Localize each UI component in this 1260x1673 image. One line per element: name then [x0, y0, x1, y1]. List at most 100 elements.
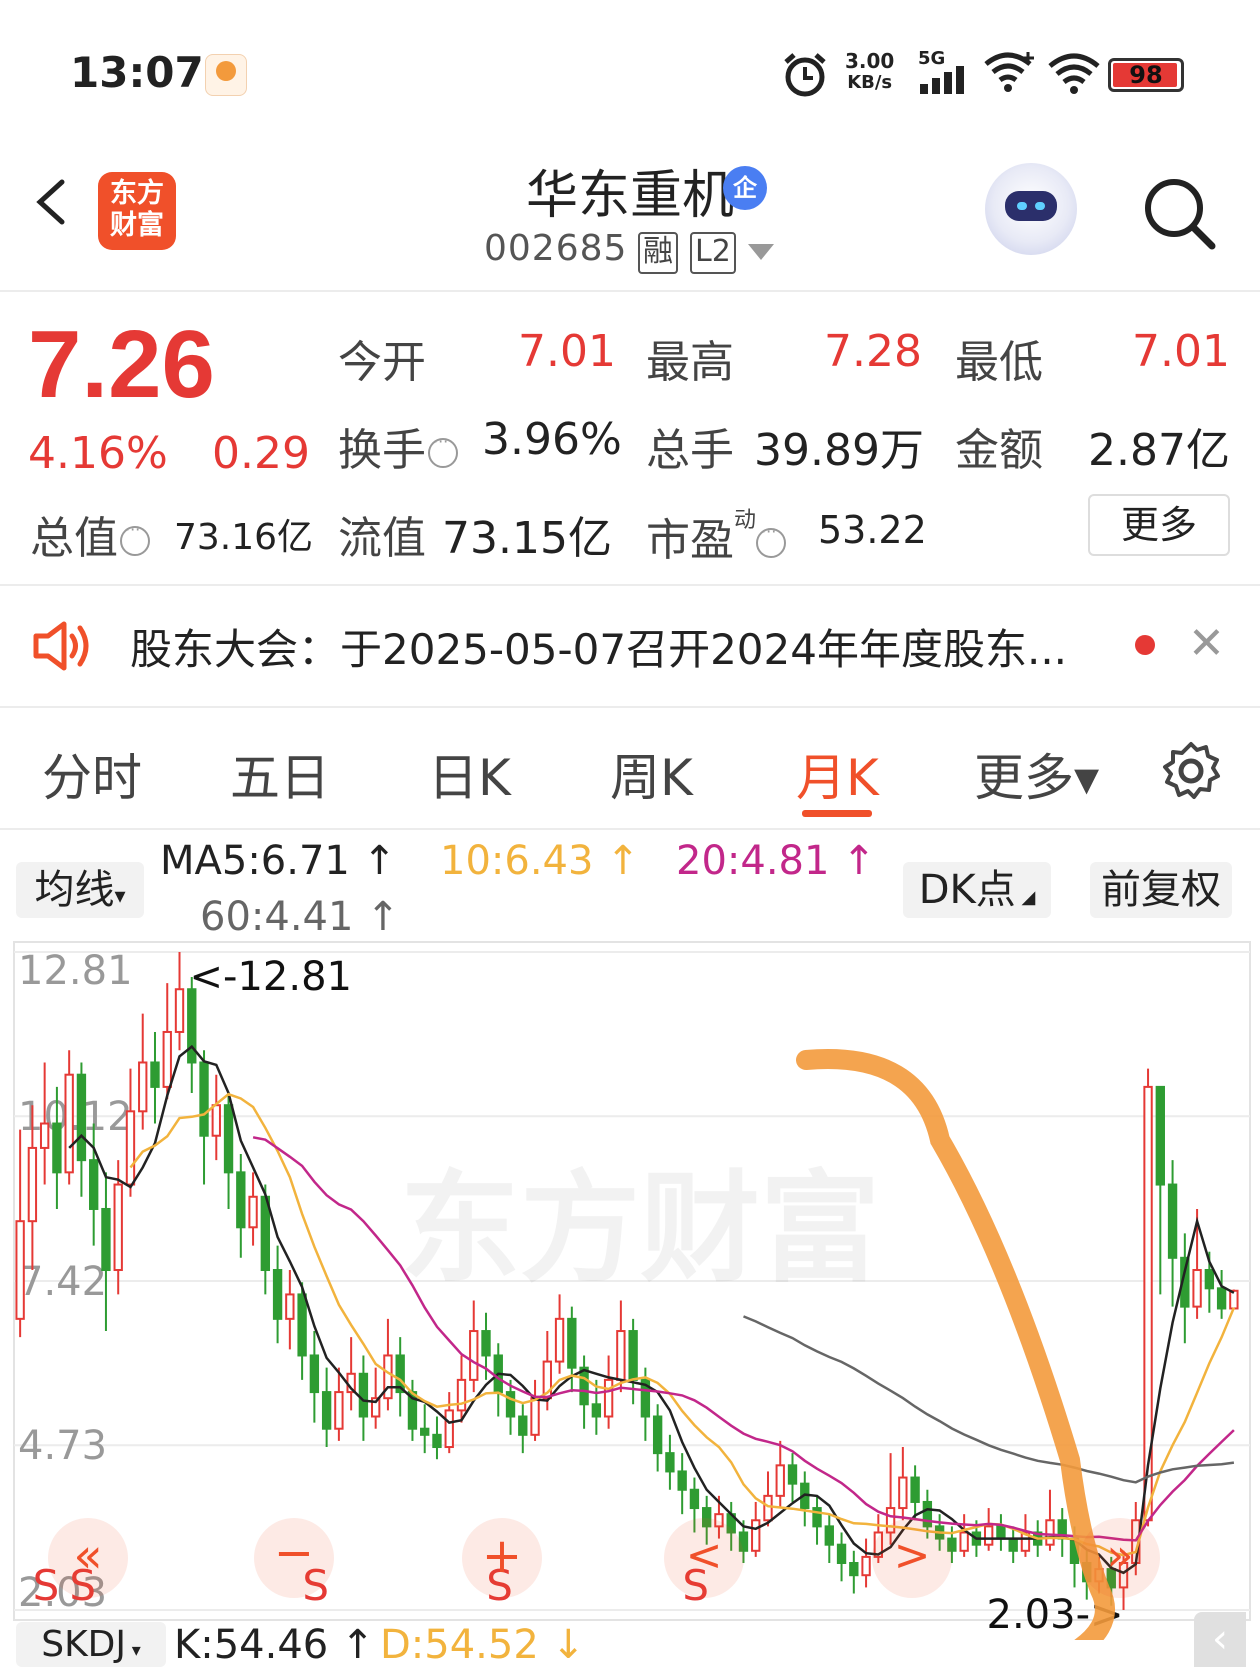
candle-body	[64, 1073, 74, 1174]
high-label: 最高	[646, 337, 734, 388]
candle-body	[554, 1317, 565, 1363]
candle-body	[996, 1525, 1006, 1540]
chart-minus-button[interactable]: −	[254, 1518, 334, 1598]
y-tick-label: 10.12	[18, 1094, 133, 1140]
candle-body	[824, 1525, 834, 1546]
candle-body	[174, 988, 185, 1033]
candle-body	[861, 1555, 871, 1577]
amount-value: 2.87亿	[1088, 425, 1230, 476]
chart-plus-button[interactable]: +	[462, 1518, 542, 1598]
candle-body	[15, 1220, 25, 1320]
open-label: 今开	[338, 337, 426, 388]
turnover-value: 3.96%	[482, 414, 622, 465]
info-icon[interactable]	[756, 522, 787, 558]
search-icon[interactable]	[1138, 172, 1220, 254]
header-divider	[0, 290, 1260, 292]
candle-body	[334, 1391, 344, 1430]
info-icon[interactable]	[428, 432, 458, 468]
candle-body	[272, 1269, 283, 1320]
quote-divider	[0, 584, 1260, 586]
info-icon[interactable]	[120, 520, 150, 556]
gear-icon[interactable]	[1160, 740, 1222, 802]
ma-select[interactable]: 均线▾	[16, 862, 144, 918]
sub-indicator-select[interactable]: SKDJ ▾	[16, 1622, 166, 1667]
candle-body	[665, 1452, 675, 1473]
signal-indicator: 5G	[918, 50, 974, 96]
max-price-annotation: <-12.81	[190, 954, 352, 1000]
notice-divider	[0, 706, 1260, 708]
chart-prev-button[interactable]: <	[664, 1518, 744, 1598]
float-cap-label: 流值	[338, 513, 426, 564]
candle-body	[1155, 1085, 1165, 1186]
candle-body	[983, 1525, 994, 1546]
candle-body	[113, 1183, 123, 1272]
candle-body	[321, 1391, 332, 1430]
volume-label: 总手	[646, 425, 734, 476]
side-panel-toggle[interactable]: ‹	[1194, 1612, 1246, 1667]
candle-body	[567, 1317, 577, 1369]
candle-body	[27, 1146, 38, 1223]
candle-body	[285, 1293, 295, 1320]
current-price: 7.26	[28, 311, 215, 418]
stock-code: 002685	[484, 228, 628, 269]
tab-more[interactable]: 更多▾	[974, 738, 1099, 810]
unread-dot	[1135, 635, 1155, 655]
chart-end-button[interactable]: »	[1080, 1518, 1160, 1598]
network-speed: 3.00 KB/s	[845, 49, 895, 93]
assistant-robot-icon[interactable]	[985, 163, 1077, 255]
candle-body	[420, 1427, 430, 1436]
speaker-icon	[33, 621, 89, 671]
tab-monthly-k[interactable]: 月K	[796, 738, 879, 810]
amount-label: 金额	[955, 425, 1043, 476]
candle-body	[1008, 1537, 1018, 1552]
open-value: 7.01	[518, 326, 616, 377]
candle-body	[628, 1330, 638, 1381]
candle-body	[456, 1378, 467, 1412]
candle-body	[223, 1104, 234, 1174]
candle-body	[751, 1519, 761, 1552]
ma20-value: 20:4.81 ↑	[676, 838, 876, 884]
chevron-down-icon[interactable]	[748, 244, 774, 260]
candle-body	[579, 1366, 589, 1406]
pe-dynamic-mark: 动	[734, 508, 757, 533]
monthly-kline-chart[interactable]: 东方财富 12.8110.127.424.732.03 <-12.812.03-…	[0, 940, 1260, 1640]
candle-body	[236, 1171, 246, 1229]
candle-body	[297, 1293, 307, 1357]
app-notification-icon	[205, 54, 247, 96]
status-time: 13:07	[70, 48, 204, 97]
candle-body	[530, 1397, 540, 1436]
notice-text[interactable]: 股东大会：于2025-05-07召开2024年年度股东...	[130, 616, 1067, 677]
chart-zoom-out-button[interactable]: «	[48, 1518, 128, 1598]
close-icon[interactable]: ✕	[1188, 622, 1225, 666]
dk-point-button[interactable]: DK点 ◢	[903, 862, 1051, 918]
y-tick-label: 7.42	[18, 1259, 107, 1305]
tabs-divider	[0, 828, 1260, 830]
more-quote-button[interactable]: 更多	[1088, 494, 1230, 556]
tab-intraday[interactable]: 分时	[42, 738, 142, 810]
y-tick-label: 4.73	[18, 1423, 107, 1469]
candle-body	[199, 1061, 209, 1137]
tab-weekly-k[interactable]: 周K	[610, 738, 693, 810]
change-percent: 4.16%	[28, 428, 168, 479]
candle-body	[309, 1354, 320, 1394]
low-label: 最低	[955, 337, 1043, 388]
candle-body	[444, 1409, 454, 1449]
candle-body	[358, 1372, 369, 1418]
market-cap-label: 总值	[30, 502, 150, 566]
tab-daily-k[interactable]: 日K	[428, 738, 511, 810]
candle-body	[849, 1562, 859, 1577]
ma10-value: 10:6.43 ↑	[440, 838, 640, 884]
chart-next-button[interactable]: >	[872, 1518, 952, 1598]
candle-body	[1045, 1519, 1055, 1546]
candle-body	[775, 1464, 785, 1497]
ma5-line	[68, 1044, 1235, 1575]
float-cap-value: 73.15亿	[442, 513, 612, 564]
candle-body	[898, 1476, 908, 1510]
high-value: 7.28	[824, 326, 922, 377]
ma5-value: MA5:6.71 ↑	[160, 838, 397, 884]
adjust-button[interactable]: 前复权	[1090, 862, 1232, 918]
candle-body	[677, 1470, 687, 1491]
pe-label: 市盈动	[646, 502, 787, 568]
tab-five-day[interactable]: 五日	[230, 738, 330, 810]
candle-body	[150, 1061, 160, 1088]
